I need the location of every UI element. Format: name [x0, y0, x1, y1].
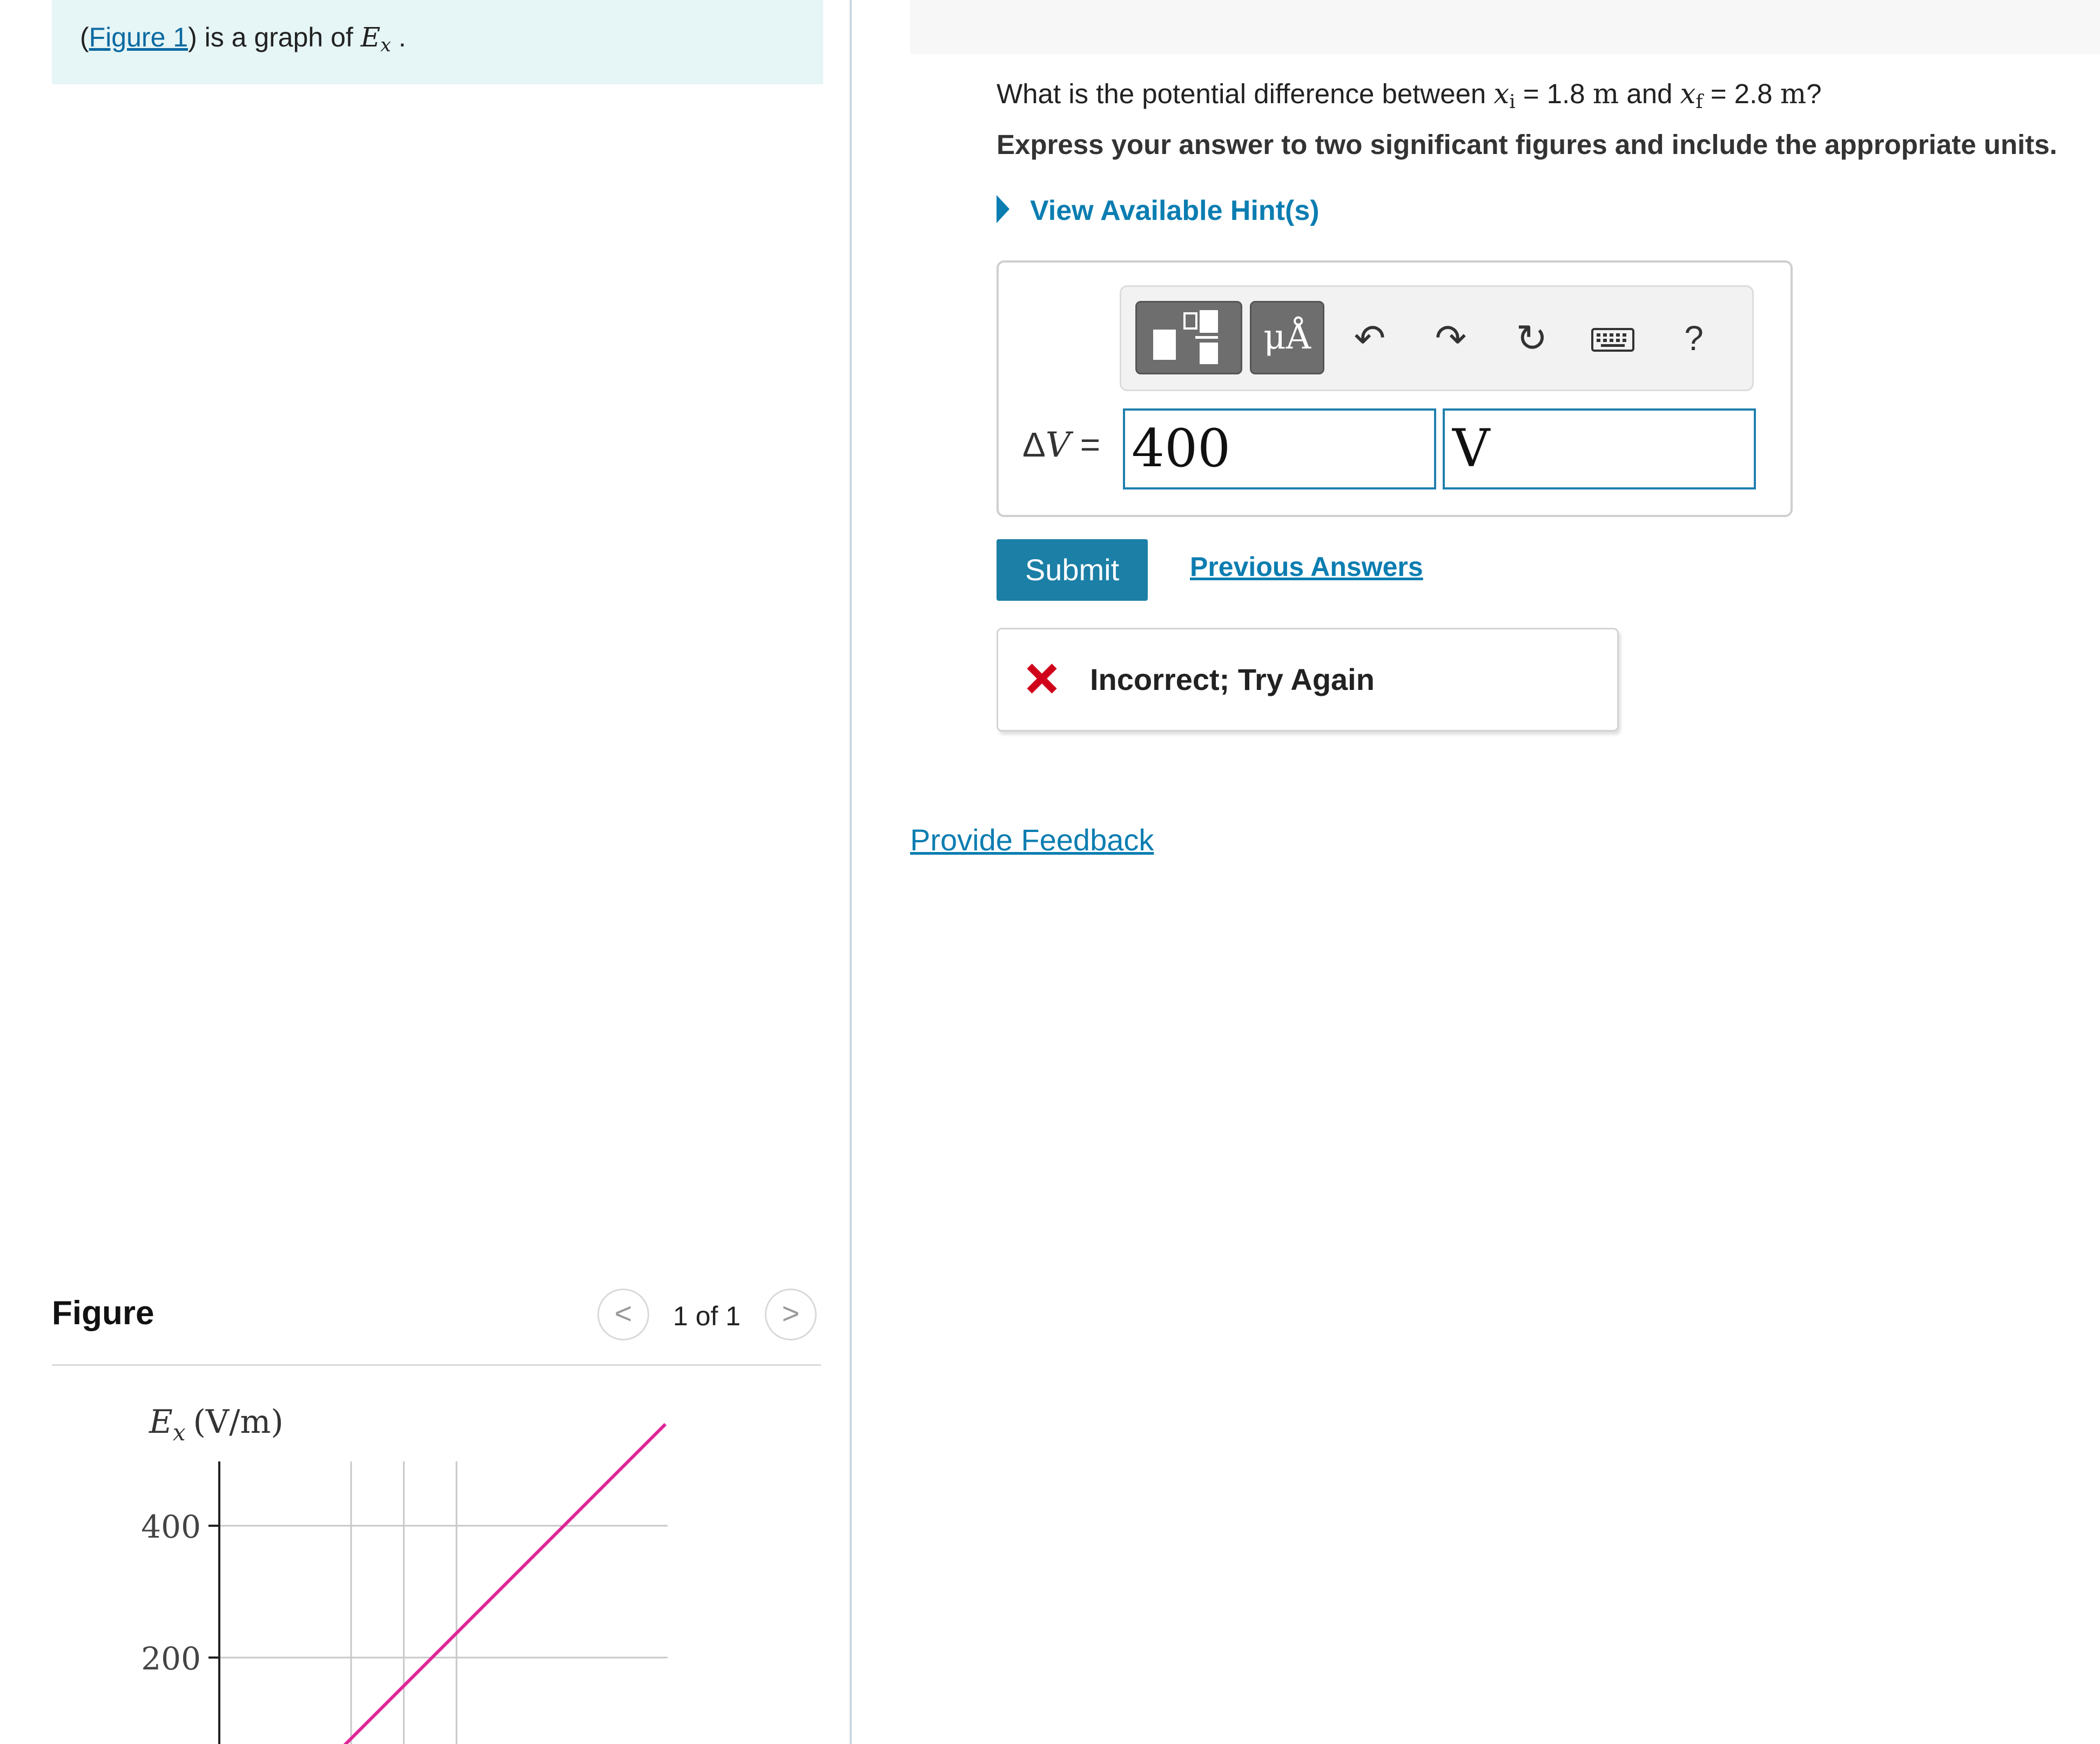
- math-toolbar: μÅ ↶ ↷ ↻ ?: [1120, 285, 1754, 391]
- delta-v-label: ΔV =: [1022, 425, 1100, 465]
- question-part: and: [1619, 78, 1680, 109]
- answer-value-input[interactable]: 400: [1123, 408, 1436, 489]
- y-ticks: 400 200: [141, 1508, 219, 1677]
- question-part: = 2.8: [1702, 78, 1780, 109]
- unit-m: m: [1780, 78, 1807, 110]
- figure-next-button[interactable]: >: [765, 1289, 817, 1340]
- v-symbol: V: [1045, 425, 1071, 465]
- figure-header: Figure < 1 of 1 >: [52, 1289, 821, 1366]
- triangle-right-icon: [997, 195, 1009, 223]
- right-pane: What is the potential difference between…: [852, 0, 2100, 1744]
- chevron-right-icon: >: [782, 1296, 800, 1330]
- graph-series: [343, 1423, 667, 1744]
- unit-m: m: [1592, 78, 1619, 110]
- y-axis-label: Ex (V/m): [149, 1403, 284, 1446]
- question-part: = 1.8: [1515, 78, 1593, 109]
- xi-sub: i: [1509, 90, 1516, 113]
- figure-title: Figure: [52, 1294, 154, 1332]
- intro-var-sub: x: [380, 34, 391, 56]
- answer-box: μÅ ↶ ↷ ↻ ? ΔV = 400 V: [997, 260, 1793, 517]
- instruction-text: Express your answer to two significant f…: [997, 129, 2057, 160]
- figure-1-link[interactable]: Figure 1: [89, 22, 188, 52]
- view-hints-toggle[interactable]: View Available Hint(s): [997, 194, 1320, 227]
- hints-label: View Available Hint(s): [1030, 195, 1320, 226]
- units-button[interactable]: μÅ: [1250, 301, 1324, 374]
- intro-period: .: [391, 22, 406, 52]
- graph-grid: [219, 1461, 668, 1744]
- xf-sub: f: [1695, 90, 1703, 113]
- top-bar: [910, 0, 2100, 54]
- intro-box: (Figure 1) is a graph of Ex .: [52, 0, 823, 84]
- xi-var: x: [1493, 78, 1510, 110]
- help-icon[interactable]: ?: [1667, 308, 1721, 368]
- submit-button[interactable]: Submit: [997, 539, 1148, 601]
- intro-var-e: E: [360, 22, 381, 53]
- intro-open-paren: (: [80, 22, 89, 52]
- figure-count: 1 of 1: [673, 1301, 741, 1331]
- templates-button[interactable]: [1135, 301, 1242, 374]
- keyboard-button[interactable]: [1586, 308, 1640, 368]
- previous-answers-link[interactable]: Previous Answers: [1190, 551, 1423, 582]
- redo-icon[interactable]: ↷: [1424, 308, 1478, 368]
- reset-icon[interactable]: ↻: [1505, 308, 1559, 368]
- templates-icon: [1153, 310, 1218, 364]
- x-mark-icon: [1027, 663, 1057, 694]
- figure-prev-button[interactable]: <: [597, 1289, 649, 1340]
- answer-unit-input[interactable]: V: [1443, 408, 1756, 489]
- question-part: ?: [1806, 78, 1822, 109]
- feedback-text: Incorrect; Try Again: [1090, 662, 1375, 696]
- y-tick-label: 200: [141, 1640, 201, 1677]
- chevron-left-icon: <: [614, 1296, 632, 1330]
- xf-var: x: [1680, 78, 1696, 110]
- provide-feedback-link[interactable]: Provide Feedback: [910, 822, 1154, 857]
- series-line: [343, 1423, 667, 1744]
- left-pane: (Figure 1) is a graph of Ex . Figure < 1…: [0, 0, 851, 1744]
- undo-icon[interactable]: ↶: [1343, 308, 1397, 368]
- question-part: What is the potential difference between: [997, 78, 1494, 109]
- intro-text: ) is a graph of: [188, 22, 361, 52]
- question-text: What is the potential difference between…: [997, 73, 1822, 123]
- y-tick-label: 400: [141, 1508, 201, 1545]
- equals-sign: =: [1070, 425, 1101, 464]
- keyboard-icon: [1591, 328, 1634, 352]
- feedback-box: Incorrect; Try Again: [997, 628, 1619, 732]
- figure-graph: 400 200 Ex (V/m): [141, 1403, 668, 1744]
- delta-symbol: Δ: [1022, 425, 1046, 464]
